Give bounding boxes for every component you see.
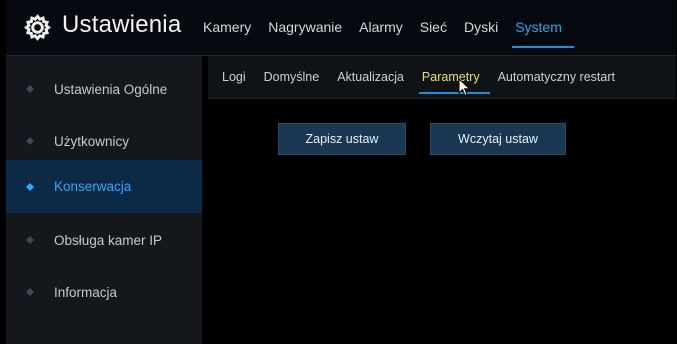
page-title: Ustawienia bbox=[62, 11, 182, 38]
tab-system[interactable]: System bbox=[512, 0, 574, 55]
mouse-pointer-icon bbox=[458, 78, 471, 97]
sidebar: Ustawienia Ogólne Użytkownicy Konserwacj… bbox=[6, 56, 202, 344]
content-panel: Logi Domyślne Aktualizacja Parametry Aut… bbox=[208, 56, 676, 344]
sidebar-item-label: Informacja bbox=[54, 284, 118, 300]
tab-siec[interactable]: Sieć bbox=[420, 0, 447, 55]
main-tabs: Kamery Nagrywanie Alarmy Sieć Dyski Syst… bbox=[203, 0, 579, 55]
sub-tabs: Logi Domyślne Aktualizacja Parametry Aut… bbox=[208, 56, 676, 99]
diamond-bullet-icon bbox=[26, 182, 34, 191]
subtab-domyslne[interactable]: Domyślne bbox=[264, 70, 320, 84]
save-settings-button[interactable]: Zapisz ustaw bbox=[278, 123, 406, 155]
subtab-logi[interactable]: Logi bbox=[222, 70, 246, 84]
sidebar-item-label: Ustawienia Ogólne bbox=[54, 81, 168, 97]
sidebar-item-label: Obsługa kamer IP bbox=[54, 232, 163, 248]
sidebar-item-konserwacja[interactable]: Konserwacja bbox=[6, 160, 202, 213]
load-settings-button[interactable]: Wczytaj ustaw bbox=[430, 123, 566, 155]
tab-alarmy[interactable]: Alarmy bbox=[359, 0, 403, 55]
sidebar-item-obsluga-kamer-ip[interactable]: Obsługa kamer IP bbox=[6, 214, 202, 266]
diamond-bullet-icon bbox=[26, 288, 34, 296]
app-frame: Ustawienia Kamery Nagrywanie Alarmy Sieć… bbox=[6, 0, 676, 344]
subtab-automatyczny-restart[interactable]: Automatyczny restart bbox=[498, 70, 615, 84]
sidebar-item-label: Użytkownicy bbox=[54, 133, 130, 149]
sidebar-item-ustawienia-ogolne[interactable]: Ustawienia Ogólne bbox=[6, 63, 202, 115]
tab-dyski[interactable]: Dyski bbox=[464, 0, 498, 55]
tab-kamery[interactable]: Kamery bbox=[203, 0, 251, 55]
gear-icon bbox=[24, 14, 51, 41]
diamond-bullet-icon bbox=[26, 137, 34, 145]
subtab-aktualizacja[interactable]: Aktualizacja bbox=[337, 70, 404, 84]
top-header: Ustawienia Kamery Nagrywanie Alarmy Sieć… bbox=[6, 0, 676, 56]
diamond-bullet-icon bbox=[26, 236, 34, 244]
sidebar-item-informacja[interactable]: Informacja bbox=[6, 266, 202, 318]
tab-nagrywanie[interactable]: Nagrywanie bbox=[268, 0, 342, 55]
diamond-bullet-icon bbox=[26, 85, 34, 93]
sidebar-item-label: Konserwacja bbox=[54, 179, 132, 194]
